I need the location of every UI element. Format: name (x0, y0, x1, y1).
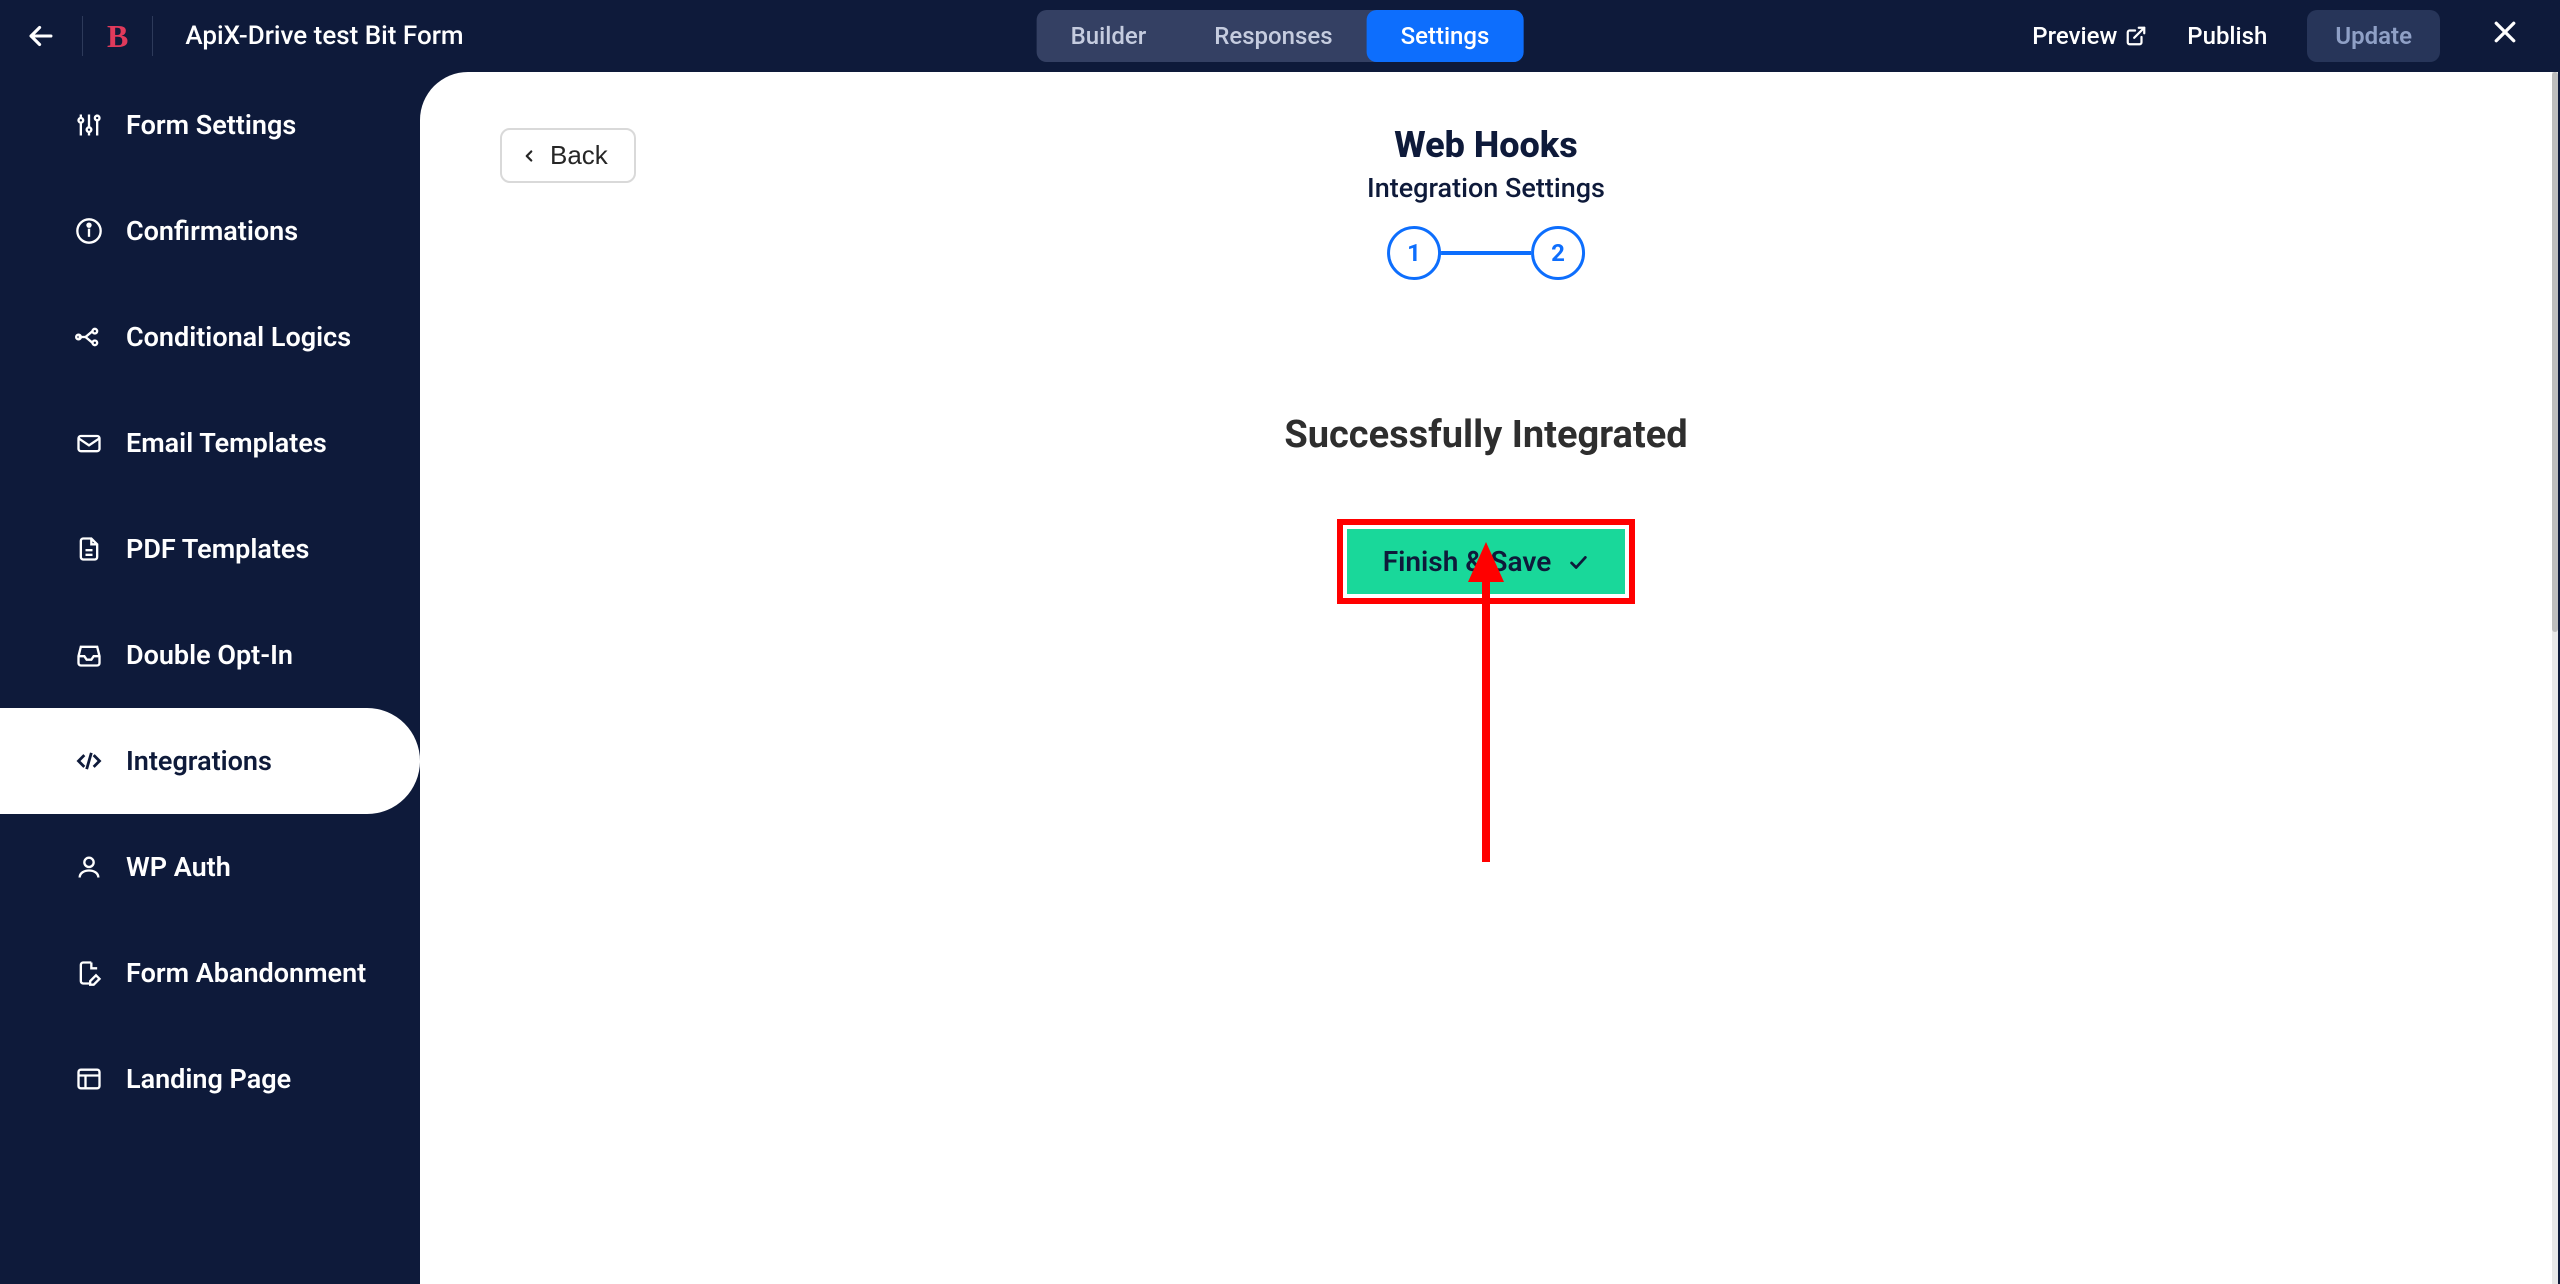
chevron-left-icon (520, 147, 538, 165)
step-2[interactable]: 2 (1531, 226, 1585, 280)
sidebar-item-label: Form Settings (126, 109, 296, 141)
brand-logo[interactable]: B (107, 18, 128, 55)
sidebar-item-conditional-logics[interactable]: Conditional Logics (0, 284, 420, 390)
sidebar-item-label: Double Opt-In (126, 639, 293, 671)
sidebar-item-label: Landing Page (126, 1063, 291, 1095)
sidebar-item-label: Email Templates (126, 427, 327, 459)
code-icon (74, 746, 104, 776)
sidebar-item-integrations[interactable]: Integrations (0, 708, 420, 814)
divider (152, 16, 153, 56)
external-link-icon (2125, 25, 2147, 47)
sliders-icon (74, 110, 104, 140)
arrow-head-icon (1468, 542, 1504, 582)
close-icon[interactable] (2490, 17, 2520, 55)
sidebar-item-confirmations[interactable]: Confirmations (0, 178, 420, 284)
sidebar-item-wp-auth[interactable]: WP Auth (0, 814, 420, 920)
sidebar-item-landing-page[interactable]: Landing Page (0, 1026, 420, 1132)
file-icon (74, 534, 104, 564)
stepper: 1 2 (1367, 226, 1605, 280)
main-panel: Back Web Hooks Integration Settings 1 2 … (420, 72, 2552, 1284)
preview-label: Preview (2032, 22, 2117, 50)
check-icon (1567, 551, 1589, 573)
sidebar-item-double-opt-in[interactable]: Double Opt-In (0, 602, 420, 708)
tab-responses[interactable]: Responses (1180, 10, 1366, 62)
arrow-shaft (1482, 582, 1490, 862)
info-icon (74, 216, 104, 246)
back-arrow-icon[interactable] (24, 19, 58, 53)
layout-icon (74, 1064, 104, 1094)
preview-button[interactable]: Preview (2032, 22, 2147, 50)
tab-builder[interactable]: Builder (1037, 10, 1181, 62)
topbar: B ApiX-Drive test Bit Form Builder Respo… (0, 0, 2560, 72)
annotation-arrow (1468, 542, 1504, 862)
publish-button[interactable]: Publish (2187, 22, 2267, 50)
back-button[interactable]: Back (500, 128, 636, 183)
sidebar-item-label: PDF Templates (126, 533, 309, 565)
main-tabs: Builder Responses Settings (1037, 10, 1524, 62)
inbox-icon (74, 640, 104, 670)
file-edit-icon (74, 958, 104, 988)
tab-settings[interactable]: Settings (1367, 10, 1524, 62)
back-label: Back (550, 140, 608, 171)
sidebar-item-label: WP Auth (126, 851, 231, 883)
finish-label: Finish & Save (1383, 545, 1552, 578)
branch-icon (74, 322, 104, 352)
page-subtitle: Integration Settings (1367, 172, 1605, 204)
sidebar-item-label: Integrations (126, 745, 272, 777)
sidebar-item-label: Form Abandonment (126, 957, 366, 989)
sidebar-item-label: Confirmations (126, 215, 298, 247)
page-title: Web Hooks (1367, 124, 1605, 166)
page-head: Web Hooks Integration Settings 1 2 (1367, 124, 1605, 280)
sidebar-item-form-settings[interactable]: Form Settings (0, 72, 420, 178)
form-title: ApiX-Drive test Bit Form (185, 21, 463, 51)
sidebar-item-form-abandonment[interactable]: Form Abandonment (0, 920, 420, 1026)
mail-icon (74, 428, 104, 458)
divider (82, 16, 83, 56)
step-1[interactable]: 1 (1387, 226, 1441, 280)
scrollbar-thumb[interactable] (2552, 72, 2558, 632)
sidebar-item-label: Conditional Logics (126, 321, 351, 353)
update-button[interactable]: Update (2307, 10, 2440, 62)
sidebar: Form Settings Confirmations Conditional … (0, 72, 420, 1284)
topbar-left: B ApiX-Drive test Bit Form (24, 16, 464, 56)
sidebar-item-pdf-templates[interactable]: PDF Templates (0, 496, 420, 602)
user-icon (74, 852, 104, 882)
sidebar-item-email-templates[interactable]: Email Templates (0, 390, 420, 496)
success-message: Successfully Integrated (500, 413, 2472, 457)
topbar-right: Preview Publish Update (2032, 10, 2520, 62)
step-connector (1441, 251, 1531, 255)
